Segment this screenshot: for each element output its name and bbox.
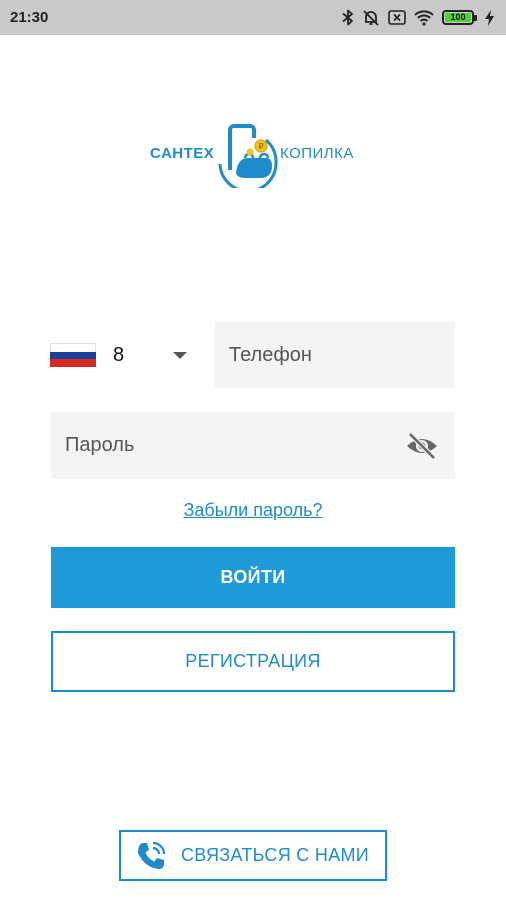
country-code-select[interactable]: 8 bbox=[50, 322, 200, 388]
chevron-down-icon bbox=[173, 351, 187, 359]
svg-text:₽: ₽ bbox=[258, 142, 263, 151]
charging-icon bbox=[485, 9, 494, 26]
eye-off-icon[interactable] bbox=[405, 431, 439, 461]
contact-us-label: СВЯЗАТЬСЯ С НАМИ bbox=[181, 845, 370, 865]
status-icons: 100 bbox=[342, 9, 494, 27]
login-screen: 21:30 100 САНТЕХ ₽ КОПИЛКА 8 Телефон Заб… bbox=[0, 0, 506, 900]
notifications-off-icon bbox=[362, 9, 380, 27]
forgot-password-link[interactable]: Забыли пароль? bbox=[0, 500, 506, 521]
password-input[interactable] bbox=[65, 434, 405, 457]
piggy-wallet-icon: ₽ bbox=[216, 118, 278, 193]
phone-field[interactable] bbox=[215, 322, 455, 388]
bluetooth-icon bbox=[342, 9, 354, 26]
status-time: 21:30 bbox=[10, 9, 49, 26]
login-button[interactable]: ВОЙТИ bbox=[51, 547, 455, 608]
wifi-icon bbox=[414, 9, 434, 26]
russia-flag-icon bbox=[50, 343, 96, 368]
app-logo: САНТЕХ ₽ КОПИЛКА bbox=[150, 118, 360, 193]
password-field[interactable] bbox=[51, 412, 455, 479]
status-bar: 21:30 100 bbox=[0, 0, 506, 35]
phone-call-icon bbox=[135, 840, 167, 872]
sim-off-icon bbox=[388, 10, 406, 25]
battery-level: 100 bbox=[445, 13, 471, 22]
logo-text-right: КОПИЛКА bbox=[280, 144, 354, 162]
country-code: 8 bbox=[113, 343, 125, 366]
register-button[interactable]: РЕГИСТРАЦИЯ bbox=[51, 631, 455, 692]
logo-text-left: САНТЕХ bbox=[150, 144, 215, 162]
contact-us-button[interactable]: СВЯЗАТЬСЯ С НАМИ bbox=[119, 830, 387, 881]
battery-icon: 100 bbox=[442, 10, 477, 25]
phone-input[interactable] bbox=[229, 343, 455, 367]
